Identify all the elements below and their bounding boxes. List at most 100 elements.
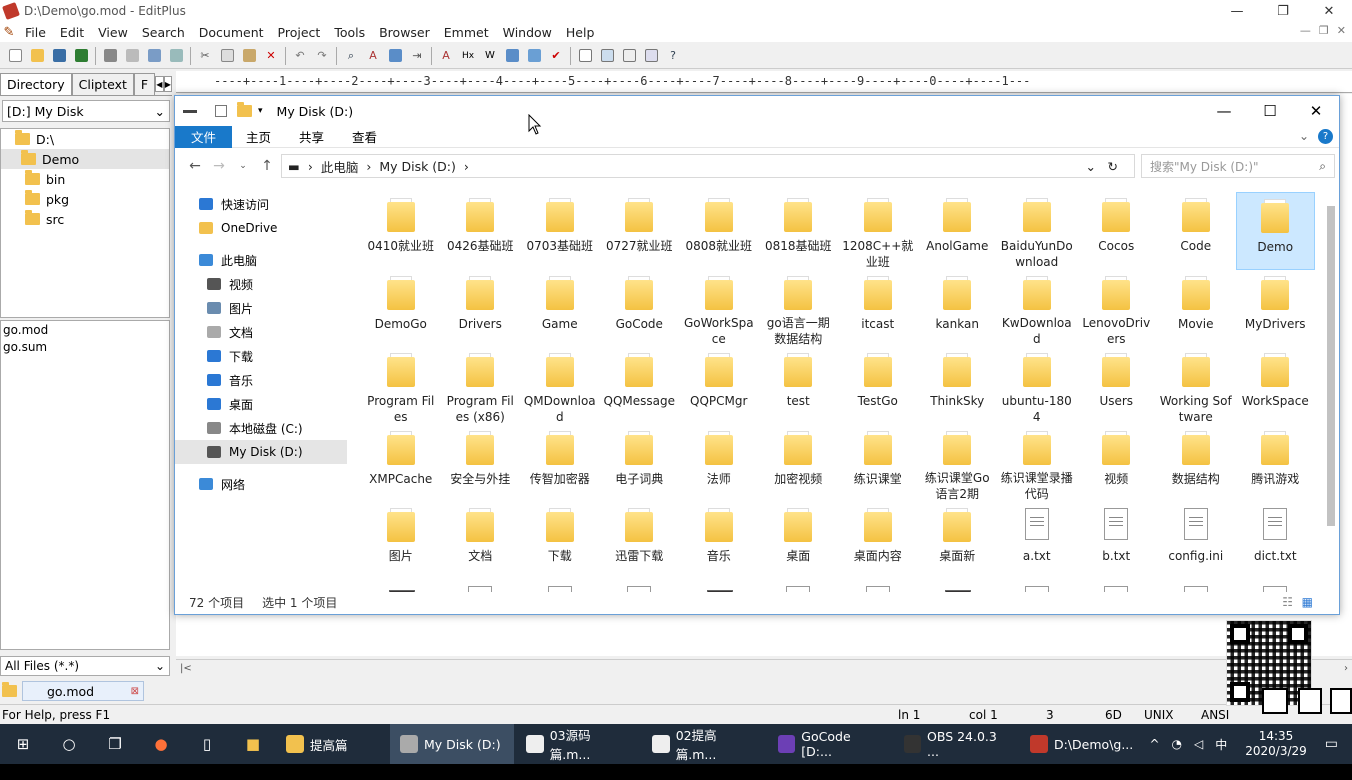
maximize-button[interactable]: ❐ (1260, 0, 1306, 22)
nav-item[interactable]: 下载 (175, 344, 347, 368)
file-item[interactable]: 加密视频 (759, 425, 839, 503)
paste-icon[interactable] (239, 46, 259, 66)
file-item[interactable]: 下载 (520, 502, 600, 580)
tree-item-demo[interactable]: Demo (1, 149, 169, 169)
file-item[interactable]: 法师 (679, 425, 759, 503)
file-item[interactable]: QQPCMgr (679, 347, 759, 425)
file-item[interactable]: 桌面 (759, 502, 839, 580)
nav-item[interactable]: 本地磁盘 (C:) (175, 416, 347, 440)
file-item[interactable]: Movie (1156, 270, 1236, 348)
file-item[interactable]: Program Files (x86) (441, 347, 521, 425)
recent-dropdown-icon[interactable]: ⌄ (231, 161, 255, 171)
file-item[interactable]: 数据结构 (1156, 425, 1236, 503)
replace-icon[interactable]: A (363, 46, 383, 66)
tab-functions[interactable]: F (133, 73, 156, 95)
output-window-icon[interactable] (619, 46, 639, 66)
file-item[interactable]: 桌面新 (918, 502, 998, 580)
redo-icon[interactable]: ↷ (312, 46, 332, 66)
menu-document[interactable]: Document (192, 25, 271, 40)
file-item[interactable]: 练识课堂录播代码 (997, 425, 1077, 503)
mdi-close-icon[interactable]: ✕ (1337, 24, 1346, 37)
nav-item[interactable]: 网络 (175, 472, 347, 496)
line-number-icon[interactable] (502, 46, 522, 66)
forward-icon[interactable]: → (207, 158, 231, 174)
ribbon-expand-icon[interactable]: ⌄ (1299, 129, 1309, 143)
word-wrap-icon[interactable]: W (480, 46, 500, 66)
tree-item-bin[interactable]: bin (1, 169, 169, 189)
search-icon[interactable]: ○ (46, 724, 92, 764)
details-view-icon[interactable]: ☷ (1282, 595, 1293, 609)
properties-icon[interactable] (215, 105, 227, 117)
taskbar-app[interactable]: OBS 24.0.3 ... (894, 724, 1018, 764)
nav-item[interactable]: 桌面 (175, 392, 347, 416)
tree-item-d-root[interactable]: D:\ (1, 129, 169, 149)
volume-icon[interactable]: ◁ (1194, 737, 1203, 751)
file-item[interactable]: ubuntu-1804 (997, 347, 1077, 425)
refresh-icon[interactable]: ↻ (1108, 159, 1118, 174)
undo-icon[interactable]: ↶ (290, 46, 310, 66)
column-select-icon[interactable] (524, 46, 544, 66)
menu-tools[interactable]: Tools (327, 25, 372, 40)
tab-cliptext[interactable]: Cliptext (71, 73, 134, 95)
drive-select[interactable]: [D:] My Disk ⌄ (2, 100, 170, 122)
ribbon-tab-home[interactable]: 主页 (232, 126, 285, 148)
ribbon-tab-view[interactable]: 查看 (338, 126, 391, 148)
file-item[interactable]: 0818基础班 (759, 192, 839, 270)
wifi-icon[interactable]: ◔ (1172, 737, 1182, 751)
file-item[interactable]: 0426基础班 (441, 192, 521, 270)
file-item[interactable]: itcast (838, 270, 918, 348)
goto-line-icon[interactable]: ⇥ (407, 46, 427, 66)
file-item[interactable]: kankan (918, 270, 998, 348)
fullscreen-icon[interactable] (641, 46, 661, 66)
scroll-right-icon[interactable]: › (1344, 663, 1348, 674)
file-list-item[interactable]: go.sum (3, 340, 167, 357)
directory-window-icon[interactable] (575, 46, 595, 66)
breadcrumb-this-pc[interactable]: 此电脑 (321, 157, 359, 176)
file-item[interactable]: 0808就业班 (679, 192, 759, 270)
save-icon[interactable] (49, 46, 69, 66)
menu-file[interactable]: File (18, 25, 53, 40)
scrollbar-thumb[interactable] (1327, 206, 1335, 526)
nav-item[interactable]: 文档 (175, 320, 347, 344)
doc-tab-go-mod[interactable]: go.mod ⊠ (22, 681, 144, 701)
file-item[interactable]: Demo (1235, 192, 1315, 270)
up-icon[interactable]: ↑ (255, 158, 279, 174)
print-icon[interactable] (100, 46, 120, 66)
file-item[interactable]: 0410就业班 (361, 192, 441, 270)
nav-item[interactable]: 音乐 (175, 368, 347, 392)
file-item[interactable]: GoWorkSpace (679, 270, 759, 348)
file-item[interactable]: 安全与外挂 (441, 425, 521, 503)
cut-icon[interactable]: ✂ (195, 46, 215, 66)
address-dropdown-icon[interactable]: ⌄ (1086, 159, 1096, 174)
new-folder-icon[interactable] (237, 102, 252, 117)
taskbar-app[interactable]: GoCode [D:... (768, 724, 892, 764)
nav-item[interactable]: My Disk (D:) (175, 440, 347, 464)
file-item[interactable]: 音乐 (679, 502, 759, 580)
file-item[interactable]: 文档 (441, 502, 521, 580)
clock[interactable]: 14:35 2020/3/29 (1245, 729, 1307, 759)
hex-icon[interactable]: Hx (458, 46, 478, 66)
tree-item-src[interactable]: src (1, 209, 169, 229)
menu-edit[interactable]: Edit (53, 25, 91, 40)
file-item[interactable]: AnolGame (918, 192, 998, 270)
file-item[interactable]: a.txt (997, 502, 1077, 580)
file-item[interactable]: 传智加密器 (520, 425, 600, 503)
file-item[interactable]: Drivers (441, 270, 521, 348)
file-item[interactable]: XMPCache (361, 425, 441, 503)
taskbar-app[interactable]: 提高篇 (276, 724, 388, 764)
file-item[interactable]: Program Files (361, 347, 441, 425)
check-icon[interactable]: ✔ (546, 46, 566, 66)
save-all-icon[interactable] (71, 46, 91, 66)
explorer-minimize-button[interactable]: — (1201, 96, 1247, 126)
file-item[interactable]: Game (520, 270, 600, 348)
file-item[interactable]: TestGo (838, 347, 918, 425)
mdi-minimize-icon[interactable]: — (1300, 24, 1311, 37)
print-preview-icon[interactable] (122, 46, 142, 66)
explorer-maximize-button[interactable]: ☐ (1247, 96, 1293, 126)
help-icon[interactable]: ? (663, 46, 683, 66)
file-item[interactable]: QMDownload (520, 347, 600, 425)
file-item[interactable]: 1208C++就业班 (838, 192, 918, 270)
browser-icon[interactable] (166, 46, 186, 66)
nav-item[interactable]: 快速访问 (175, 192, 347, 216)
horizontal-scrollbar[interactable]: |< › (176, 659, 1352, 677)
